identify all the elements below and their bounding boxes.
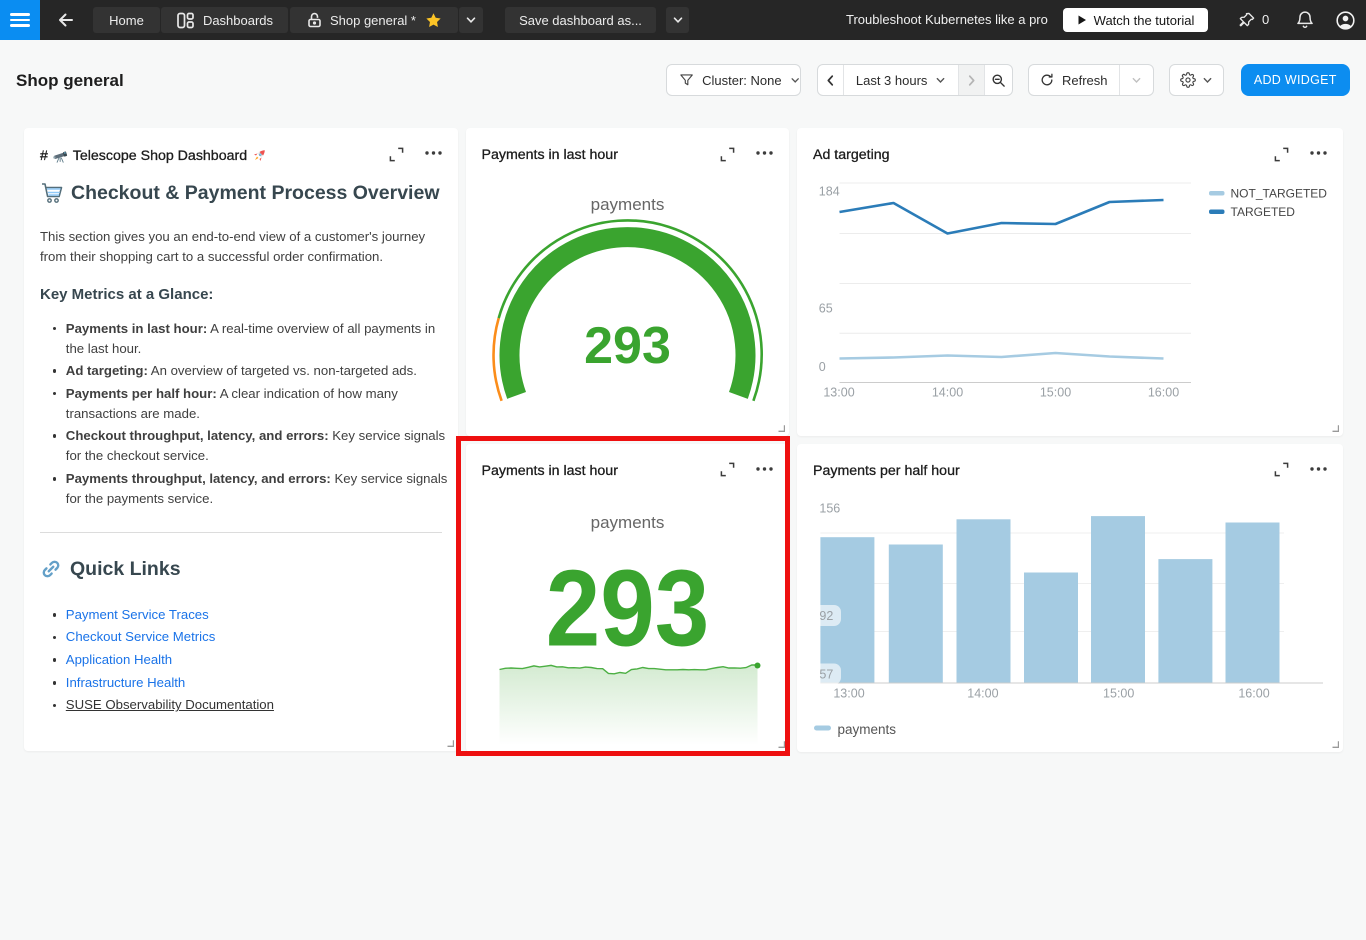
svg-text:65: 65: [819, 302, 833, 316]
svg-text:15:00: 15:00: [1103, 686, 1134, 700]
svg-text:184: 184: [819, 185, 840, 199]
svg-text:156: 156: [819, 501, 840, 515]
svg-text:13:00: 13:00: [823, 386, 854, 400]
svg-text:payments: payments: [590, 195, 664, 214]
svg-text:14:00: 14:00: [967, 686, 998, 700]
svg-text:16:00: 16:00: [1238, 686, 1269, 700]
svg-text:14:00: 14:00: [932, 386, 963, 400]
svg-text:0: 0: [819, 360, 826, 374]
svg-text:92: 92: [819, 609, 833, 623]
svg-text:TARGETED: TARGETED: [1231, 205, 1296, 219]
svg-text:293: 293: [584, 317, 671, 375]
svg-text:NOT_TARGETED: NOT_TARGETED: [1231, 186, 1328, 200]
svg-text:16:00: 16:00: [1148, 386, 1179, 400]
svg-text:57: 57: [819, 667, 833, 681]
svg-text:13:00: 13:00: [833, 686, 864, 700]
svg-text:15:00: 15:00: [1040, 386, 1071, 400]
svg-text:payments: payments: [838, 722, 897, 737]
